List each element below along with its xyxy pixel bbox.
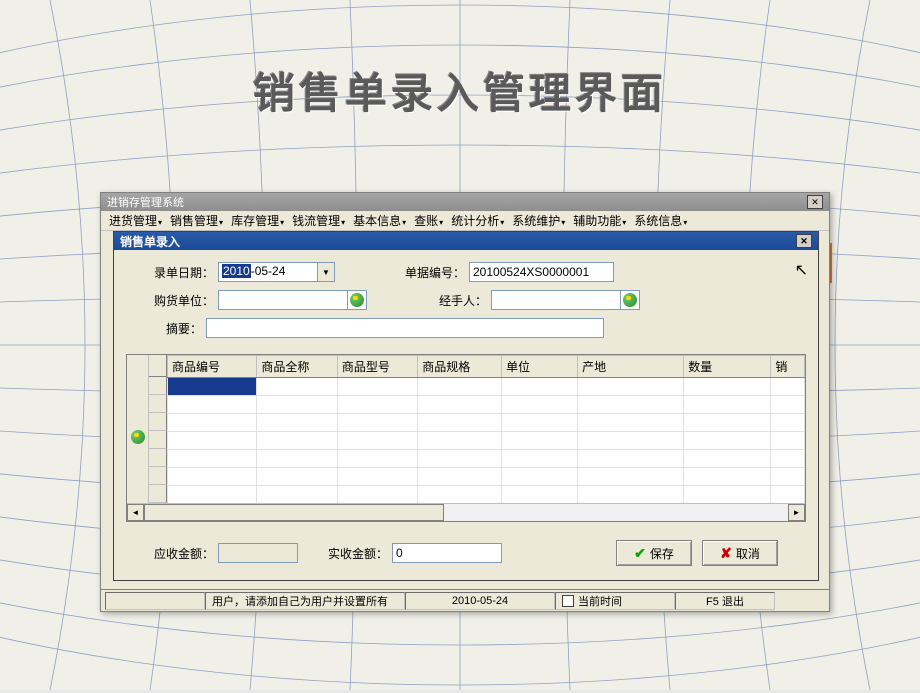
- horizontal-scrollbar[interactable]: ◄ ►: [127, 503, 805, 521]
- menu-sysinfo[interactable]: 系统信息: [630, 211, 691, 230]
- main-window-title: 进销存管理系统: [107, 194, 184, 210]
- receivable-label: 应收金额：: [154, 545, 214, 562]
- globe-icon: [350, 293, 364, 307]
- doc-no-label: 单据编号：: [405, 264, 465, 281]
- doc-no-input[interactable]: [469, 262, 614, 282]
- child-window-title: 销售单录入: [120, 233, 180, 250]
- save-button[interactable]: ✔保存: [616, 540, 692, 566]
- entry-date-label: 录单日期：: [154, 264, 214, 281]
- receivable-input: [218, 543, 298, 563]
- table-row[interactable]: [168, 432, 805, 450]
- col-quantity[interactable]: 数量: [684, 356, 771, 378]
- scroll-right-button[interactable]: ►: [788, 504, 805, 521]
- summary-input[interactable]: [206, 318, 604, 338]
- col-product-code[interactable]: 商品编号: [168, 356, 257, 378]
- status-current-time[interactable]: 当前时间: [555, 592, 675, 610]
- table-row[interactable]: [168, 486, 805, 504]
- received-input[interactable]: [392, 543, 502, 563]
- table-row[interactable]: [168, 414, 805, 432]
- status-exit[interactable]: F5 退出: [675, 592, 775, 610]
- received-label: 实收金额：: [328, 545, 388, 562]
- page-title: 销售单录入管理界面: [0, 60, 920, 121]
- table-row[interactable]: [168, 450, 805, 468]
- menu-aux[interactable]: 辅助功能: [569, 211, 630, 230]
- buyer-input[interactable]: [218, 290, 348, 310]
- col-unit[interactable]: 单位: [502, 356, 578, 378]
- row-headers: [149, 355, 167, 503]
- cursor-icon: ↖: [795, 260, 808, 280]
- menu-basic-info[interactable]: 基本信息: [349, 211, 410, 230]
- table-row[interactable]: [168, 378, 805, 396]
- handler-lookup-button[interactable]: [620, 290, 640, 310]
- status-date: 2010-05-24: [405, 592, 555, 610]
- x-icon: ✘: [720, 545, 732, 562]
- current-time-checkbox[interactable]: [562, 595, 574, 607]
- table-row[interactable]: [168, 468, 805, 486]
- col-product-model[interactable]: 商品型号: [337, 356, 417, 378]
- table-row[interactable]: [168, 396, 805, 414]
- scroll-thumb[interactable]: [144, 504, 444, 521]
- handler-label: 经手人：: [427, 292, 487, 309]
- main-application-window: 进销存管理系统 ✕ 进货管理 销售管理 库存管理 钱流管理 基本信息 查账 统计…: [100, 192, 830, 612]
- col-product-spec[interactable]: 商品规格: [418, 356, 502, 378]
- main-close-button[interactable]: ✕: [807, 195, 823, 209]
- menu-check-accounts[interactable]: 查账: [410, 211, 447, 230]
- buyer-lookup-button[interactable]: [347, 290, 367, 310]
- menu-inventory[interactable]: 库存管理: [227, 211, 288, 230]
- menu-cashflow[interactable]: 钱流管理: [288, 211, 349, 230]
- sales-entry-window: 销售单录入 ✕ 录单日期： 2010-05-24 ▼ 单据编号： 购货单位：: [113, 231, 819, 581]
- handler-input[interactable]: [491, 290, 621, 310]
- cancel-button[interactable]: ✘取消: [702, 540, 778, 566]
- main-titlebar: 进销存管理系统 ✕: [101, 193, 829, 211]
- menu-statistics[interactable]: 统计分析: [447, 211, 508, 230]
- check-icon: ✔: [634, 545, 646, 562]
- globe-icon: [623, 293, 637, 307]
- status-user-hint: 用户，请添加自己为用户并设置所有: [205, 592, 405, 610]
- scroll-left-button[interactable]: ◄: [127, 504, 144, 521]
- entry-date-input[interactable]: 2010-05-24: [218, 262, 318, 282]
- line-items-table: 商品编号 商品全称 商品型号 商品规格 单位 产地 数量 销: [126, 354, 806, 522]
- buyer-label: 购货单位：: [154, 292, 214, 309]
- data-grid[interactable]: 商品编号 商品全称 商品型号 商品规格 单位 产地 数量 销: [167, 355, 805, 504]
- summary-label: 摘要：: [154, 320, 202, 337]
- menu-maintenance[interactable]: 系统维护: [508, 211, 569, 230]
- col-sales[interactable]: 销: [771, 356, 805, 378]
- statusbar: 用户，请添加自己为用户并设置所有 2010-05-24 当前时间 F5 退出: [101, 589, 829, 611]
- main-menubar: 进货管理 销售管理 库存管理 钱流管理 基本信息 查账 统计分析 系统维护 辅助…: [101, 211, 829, 231]
- col-origin[interactable]: 产地: [578, 356, 684, 378]
- col-product-name[interactable]: 商品全称: [257, 356, 337, 378]
- entry-date-dropdown[interactable]: ▼: [318, 262, 335, 282]
- menu-purchase[interactable]: 进货管理: [105, 211, 166, 230]
- child-close-button[interactable]: ✕: [796, 234, 812, 248]
- selected-cell[interactable]: [168, 378, 257, 396]
- child-titlebar: 销售单录入 ✕: [114, 232, 818, 250]
- table-tool-column: [127, 355, 149, 503]
- menu-sales[interactable]: 销售管理: [166, 211, 227, 230]
- globe-icon[interactable]: [131, 430, 145, 444]
